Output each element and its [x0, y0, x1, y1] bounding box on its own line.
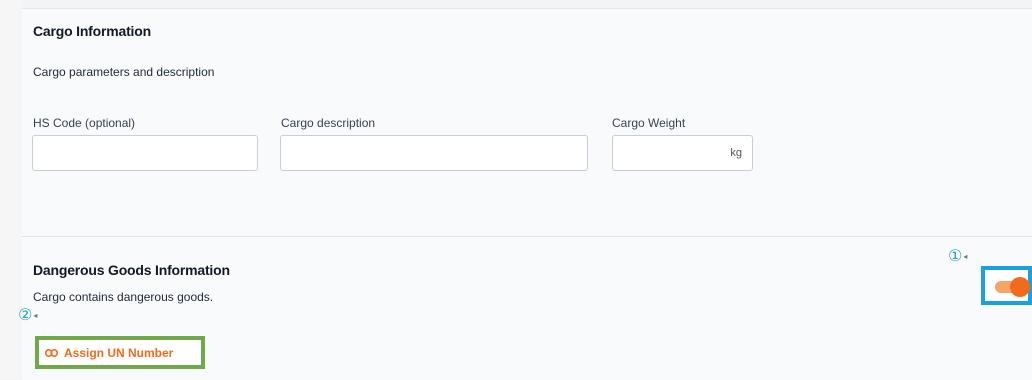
callout-pointer-icon: ◂: [33, 310, 38, 320]
weight-unit: kg: [730, 147, 742, 159]
section-divider: [22, 236, 1032, 237]
callout-marker-1: ①◂: [948, 248, 967, 264]
cargo-section-subtitle: Cargo parameters and description: [33, 65, 215, 79]
dangerous-goods-subtitle: Cargo contains dangerous goods.: [33, 290, 214, 304]
cargo-description-input[interactable]: [280, 135, 588, 171]
cargo-section-title: Cargo Information: [33, 23, 151, 39]
assign-un-number-label: Assign UN Number: [64, 345, 174, 360]
cargo-weight-label: Cargo Weight: [612, 116, 686, 130]
dangerous-goods-title: Dangerous Goods Information: [33, 262, 230, 278]
callout-number-1: ①: [948, 246, 963, 265]
callout-pointer-icon: ◂: [963, 251, 968, 261]
dangerous-goods-toggle-highlight: [981, 266, 1032, 305]
hs-code-label: HS Code (optional): [33, 116, 136, 130]
hs-code-input[interactable]: [32, 135, 258, 171]
toggle-knob: [1010, 277, 1030, 297]
assign-un-number-highlight: Assign UN Number: [35, 336, 205, 369]
cargo-description-label: Cargo description: [281, 116, 376, 130]
dangerous-goods-toggle[interactable]: [985, 270, 1030, 301]
link-icon: [45, 348, 58, 357]
callout-marker-2: ②◂: [18, 307, 37, 323]
cargo-form-card: Cargo Information Cargo parameters and d…: [22, 8, 1032, 380]
assign-un-number-button[interactable]: Assign UN Number: [43, 344, 197, 361]
callout-number-2: ②: [18, 305, 33, 324]
cargo-weight-input[interactable]: kg: [612, 135, 753, 171]
